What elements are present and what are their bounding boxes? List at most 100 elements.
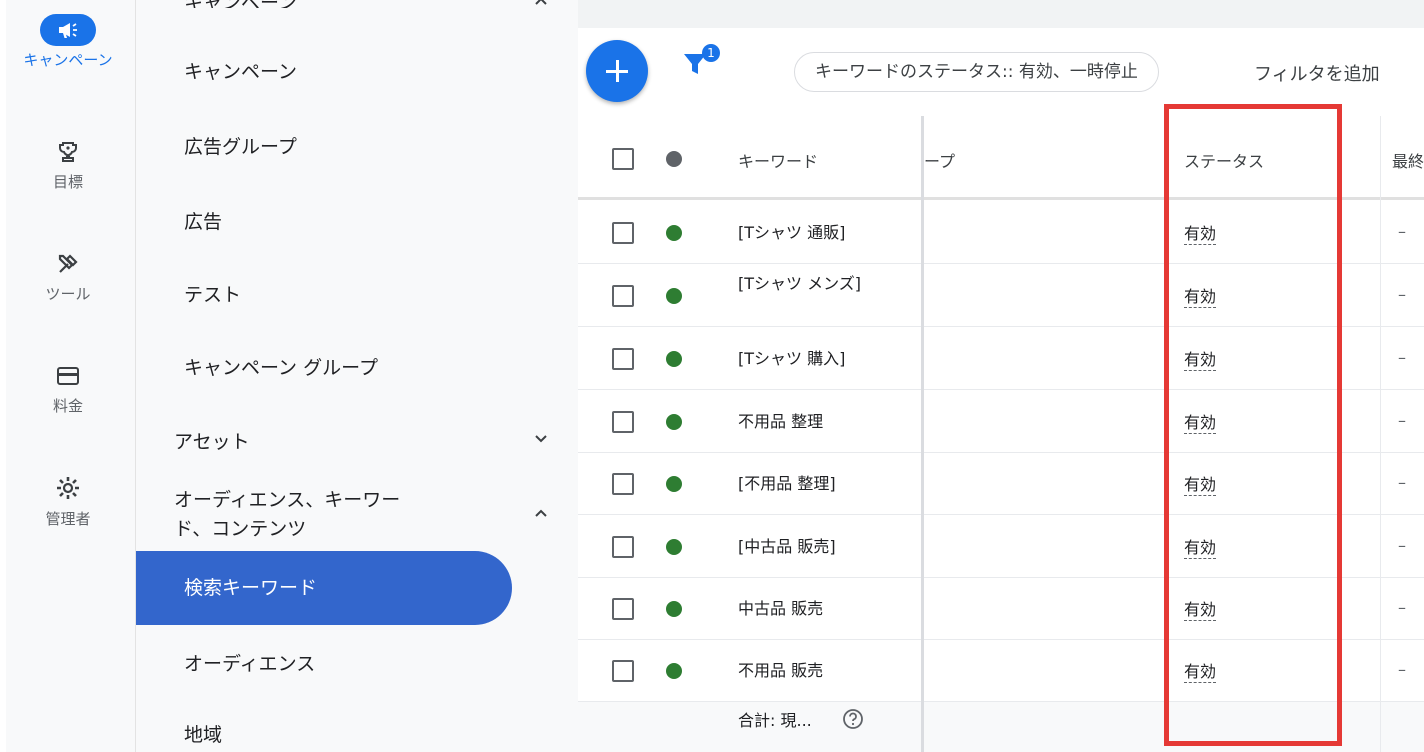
nav-section-label: アセット (174, 431, 250, 453)
rail-label: 管理者 (45, 510, 91, 528)
tools-icon (40, 248, 96, 280)
nav-item-experiments[interactable]: テスト (136, 280, 512, 307)
add-filter-link[interactable]: フィルタを追加 (1254, 60, 1380, 86)
keyword-text[interactable]: [中古品 販売] (738, 536, 878, 557)
credit-card-icon (40, 360, 96, 392)
table-toolbar: 1 キーワードのステータス:: 有効、一時停止 フィルタを追加 (578, 28, 1424, 116)
table-row: [Tシャツ 購入] 有効 – (578, 328, 1424, 390)
last-updated-value: – (1398, 222, 1406, 241)
nav-item-label: 検索キーワード (184, 577, 318, 599)
table-row: 中古品 販売 有効 – (578, 578, 1424, 640)
status-filter-chip[interactable]: キーワードのステータス:: 有効、一時停止 (794, 52, 1159, 92)
nav-item-label: テスト (184, 284, 242, 306)
status-dot-header (666, 151, 682, 167)
last-updated-value: – (1398, 285, 1406, 304)
nav-item-label: キャンペーン (184, 61, 298, 83)
rail-label: キャンペーン (23, 51, 113, 69)
last-updated-value: – (1398, 473, 1406, 492)
header-status[interactable]: ステータス (1184, 148, 1264, 172)
nav-item-label: キャンペーン (184, 0, 297, 8)
table-row: [中古品 販売] 有効 – (578, 516, 1424, 578)
table-row: 不用品 整理 有効 – (578, 391, 1424, 453)
column-divider (1380, 116, 1381, 752)
status-value[interactable]: 有効 (1184, 658, 1217, 683)
main-content: 1 キーワードのステータス:: 有効、一時停止 フィルタを追加 キーワード ープ… (578, 0, 1424, 752)
rail-item-tools[interactable]: ツール (6, 248, 130, 303)
row-checkbox[interactable] (612, 411, 634, 433)
enabled-dot (666, 539, 682, 555)
chevron-down-icon[interactable] (534, 432, 548, 446)
table-row: [Tシャツ メンズ] 有効 – (578, 265, 1424, 327)
status-value[interactable]: 有効 (1184, 346, 1217, 371)
rail-item-campaigns[interactable]: キャンペーン (6, 14, 130, 69)
header-keyword[interactable]: キーワード (738, 148, 818, 172)
table-header: キーワード ープ ステータス 最終 (578, 116, 1424, 200)
keyword-text[interactable]: [Tシャツ 通販] (738, 222, 878, 243)
status-value[interactable]: 有効 (1184, 596, 1217, 621)
help-circle-icon[interactable] (842, 708, 864, 730)
header-ad-group[interactable]: ープ (924, 148, 955, 172)
header-last-updated[interactable]: 最終 (1392, 148, 1424, 172)
nav-item-campaigns[interactable]: キャンペーン (136, 57, 512, 84)
nav-item-campaign-groups[interactable]: キャンペーン グループ (136, 353, 512, 380)
status-value[interactable]: 有効 (1184, 283, 1217, 308)
nav-section-label: オーディエンス、キーワード、コンテンツ (174, 489, 401, 540)
nav-item-search-keywords[interactable]: 検索キーワード (136, 551, 512, 625)
enabled-dot (666, 288, 682, 304)
chevron-up-icon[interactable] (534, 506, 548, 520)
keyword-text[interactable]: [Tシャツ 購入] (738, 348, 878, 369)
row-checkbox[interactable] (612, 660, 634, 682)
row-checkbox[interactable] (612, 285, 634, 307)
keyword-text[interactable]: [不用品 整理] (738, 473, 878, 494)
table-row: [Tシャツ 通販] 有効 – (578, 202, 1424, 264)
nav-item-label: 広告 (184, 211, 223, 233)
top-strip (578, 0, 1424, 28)
select-all-checkbox[interactable] (612, 148, 634, 170)
rail-item-billing[interactable]: 料金 (6, 360, 130, 415)
rail-label: ツール (45, 285, 91, 303)
nav-section-audience-keywords-content[interactable]: オーディエンス、キーワード、コンテンツ (136, 486, 436, 544)
chevron-up-icon[interactable] (534, 0, 548, 8)
keyword-text[interactable]: 不用品 販売 (738, 660, 878, 681)
status-value[interactable]: 有効 (1184, 471, 1217, 496)
nav-item-label: オーディエンス (184, 653, 316, 675)
last-updated-value: – (1398, 660, 1406, 679)
row-checkbox[interactable] (612, 598, 634, 620)
trophy-icon (40, 136, 96, 168)
rail-item-admin[interactable]: 管理者 (6, 472, 130, 528)
row-checkbox[interactable] (612, 473, 634, 495)
enabled-dot (666, 414, 682, 430)
status-value[interactable]: 有効 (1184, 534, 1217, 559)
enabled-dot (666, 476, 682, 492)
last-updated-value: – (1398, 348, 1406, 367)
last-updated-value: – (1398, 536, 1406, 555)
row-checkbox[interactable] (612, 536, 634, 558)
table-row: 不用品 販売 有効 – (578, 640, 1424, 702)
gear-icon (40, 472, 96, 504)
nav-item-locations[interactable]: 地域 (136, 720, 512, 747)
enabled-dot (666, 663, 682, 679)
keyword-text[interactable]: [Tシャツ メンズ] (738, 273, 862, 294)
nav-item-ads[interactable]: 広告 (136, 207, 512, 234)
totals-row: 合計: 現... (578, 702, 1424, 752)
rail-item-goals[interactable]: 目標 (6, 136, 130, 191)
rail-label: 料金 (52, 397, 83, 415)
nav-item-label: 地域 (184, 724, 223, 746)
nav-item-label: キャンペーン グループ (184, 357, 378, 379)
nav-section-assets[interactable]: アセット (136, 427, 512, 454)
rail-label: 目標 (52, 173, 83, 191)
status-value[interactable]: 有効 (1184, 409, 1217, 434)
nav-item-ad-groups[interactable]: 広告グループ (136, 132, 512, 159)
column-resizer[interactable] (921, 116, 924, 752)
nav-item-audiences[interactable]: オーディエンス (136, 649, 512, 676)
keyword-text[interactable]: 中古品 販売 (738, 598, 878, 619)
keyword-text[interactable]: 不用品 整理 (738, 411, 878, 432)
status-value[interactable]: 有効 (1184, 220, 1217, 245)
enabled-dot (666, 225, 682, 241)
add-button[interactable] (586, 40, 648, 102)
row-checkbox[interactable] (612, 222, 634, 244)
row-checkbox[interactable] (612, 348, 634, 370)
enabled-dot (666, 351, 682, 367)
side-nav: キャンペーン キャンペーン 広告グループ 広告 テスト キャンペーン グループ … (136, 0, 578, 752)
nav-item-campaigns-collapsed[interactable]: キャンペーン (136, 0, 512, 8)
